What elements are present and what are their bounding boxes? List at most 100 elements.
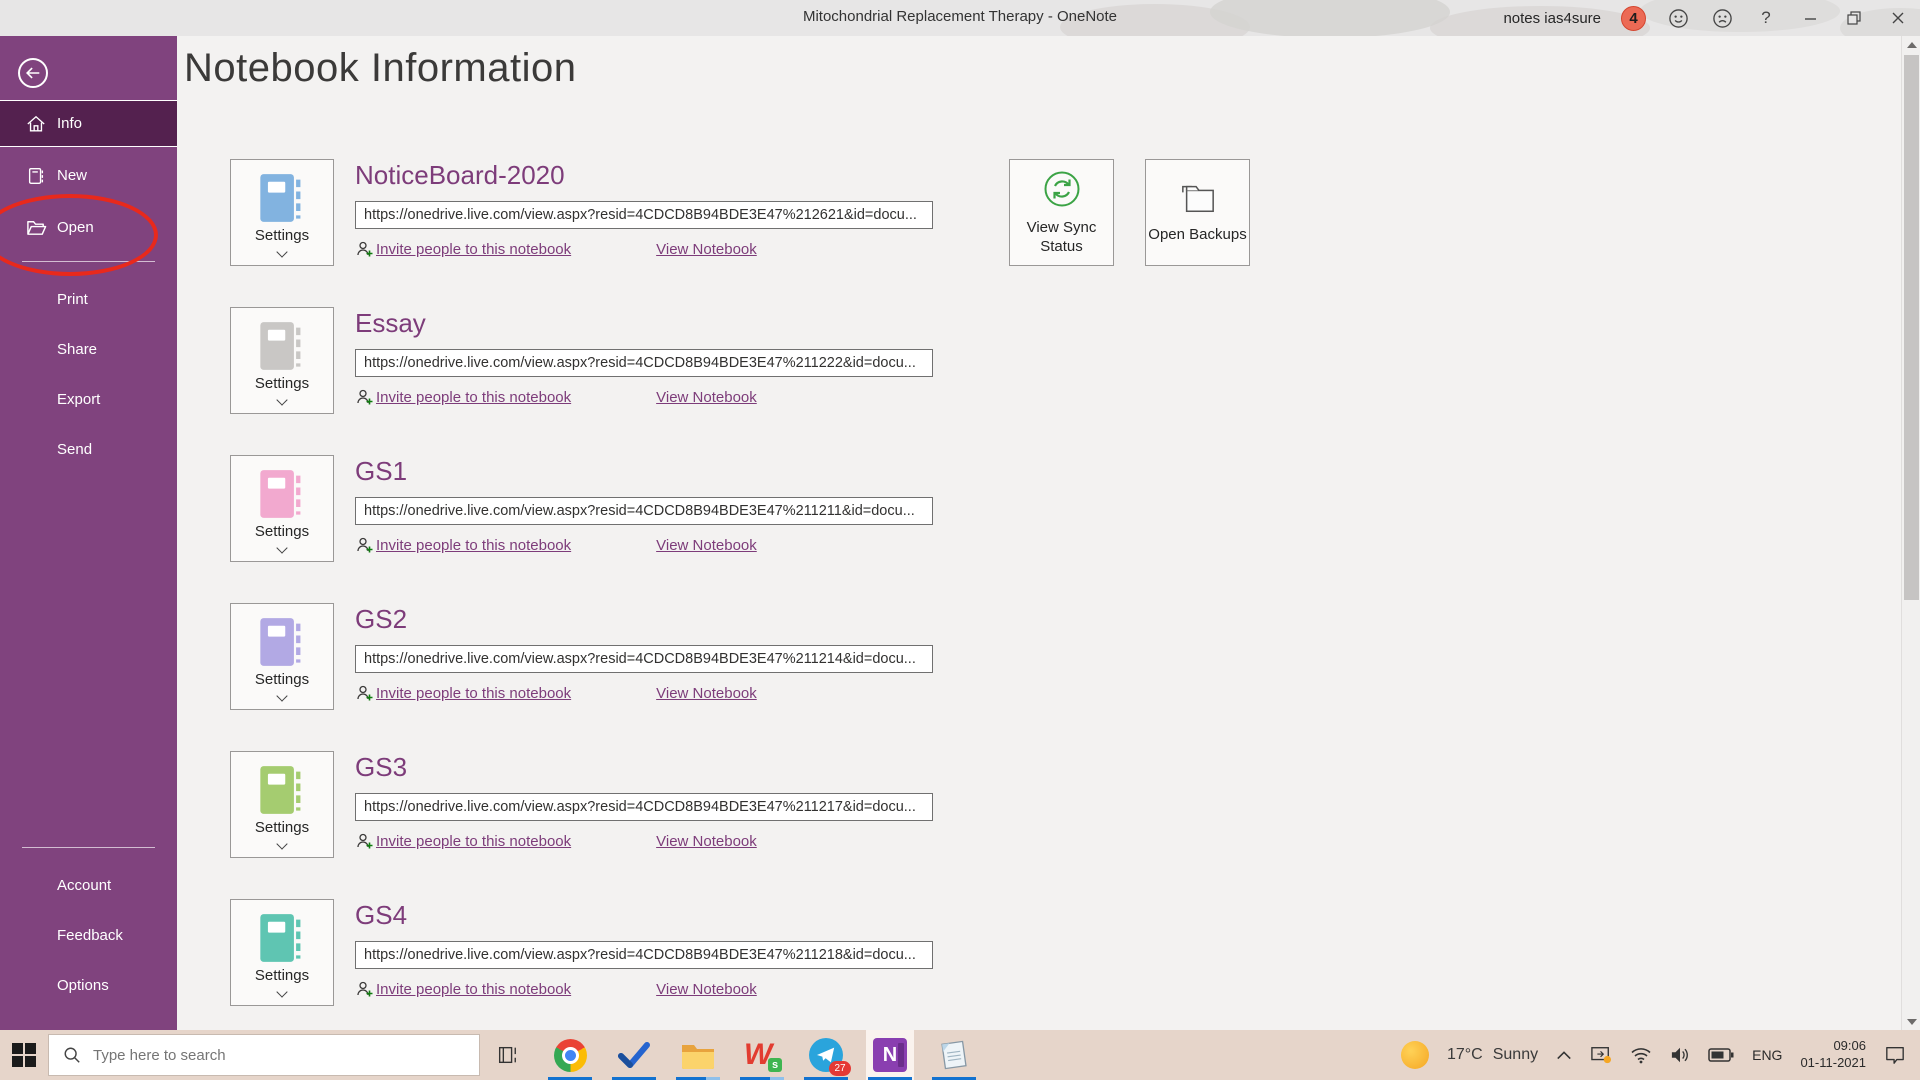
sidebar-divider (22, 847, 155, 848)
taskbar-clock[interactable]: 09:06 01-11-2021 (1800, 1038, 1866, 1072)
taskbar-app-telegram[interactable]: 27 (802, 1030, 850, 1080)
notebook-settings-button[interactable]: Settings (230, 307, 334, 414)
show-hidden-icons-chevron[interactable] (1556, 1048, 1572, 1062)
settings-label: Settings (255, 671, 309, 688)
back-button[interactable] (18, 58, 48, 88)
taskbar-search[interactable] (48, 1034, 480, 1076)
notebook-icon (258, 320, 306, 372)
sidebar-item-new[interactable]: New (0, 152, 177, 199)
notebook-settings-button[interactable]: Settings (230, 159, 334, 266)
chrome-icon (554, 1039, 587, 1072)
notebook-settings-button[interactable]: Settings (230, 455, 334, 562)
settings-label: Settings (255, 375, 309, 392)
weather-temperature: 17°C (1447, 1046, 1483, 1064)
scroll-up-button[interactable] (1902, 36, 1920, 53)
invite-people-link[interactable]: Invite people to this notebook (355, 832, 571, 850)
weather-condition: Sunny (1493, 1046, 1538, 1064)
sidebar-item-send[interactable]: Send (0, 424, 177, 474)
sidebar-item-info[interactable]: Info (0, 100, 177, 147)
notebook-name: NoticeBoard-2020 (355, 159, 933, 191)
minimize-button[interactable] (1798, 4, 1822, 32)
notebook-name: Essay (355, 307, 933, 339)
view-sync-status-label: View Sync Status (1010, 219, 1113, 257)
new-notebook-icon (25, 166, 47, 186)
settings-label: Settings (255, 227, 309, 244)
sidebar-item-feedback[interactable]: Feedback (0, 910, 177, 960)
feedback-frown-icon[interactable] (1710, 4, 1734, 32)
notebook-url-field[interactable] (355, 793, 933, 821)
notebook-url-field[interactable] (355, 349, 933, 377)
search-input[interactable] (93, 1047, 433, 1064)
notebook-information-panel: Notebook Information Settings NoticeBoar… (177, 36, 1901, 1030)
display-connect-icon[interactable] (1590, 1045, 1612, 1065)
invite-people-link[interactable]: Invite people to this notebook (355, 980, 571, 998)
view-notebook-link[interactable]: View Notebook (656, 537, 757, 554)
wifi-icon[interactable] (1630, 1046, 1652, 1064)
view-notebook-link[interactable]: View Notebook (656, 685, 757, 702)
view-sync-status-button[interactable]: View Sync Status (1009, 159, 1114, 266)
start-button[interactable] (0, 1030, 48, 1080)
notebook-url-field[interactable] (355, 497, 933, 525)
notebook-list: Settings NoticeBoard-2020 Invite people … (230, 159, 933, 1047)
action-center-icon[interactable] (1884, 1045, 1906, 1065)
view-notebook-link[interactable]: View Notebook (656, 833, 757, 850)
view-notebook-link[interactable]: View Notebook (656, 389, 757, 406)
notebook-url-field[interactable] (355, 201, 933, 229)
close-button[interactable] (1886, 4, 1910, 32)
taskbar-app-wps[interactable]: W s (738, 1030, 786, 1080)
sidebar-item-open[interactable]: Open (0, 204, 177, 251)
settings-label: Settings (255, 523, 309, 540)
vertical-scrollbar[interactable] (1901, 36, 1920, 1030)
notebook-settings-button[interactable]: Settings (230, 899, 334, 1006)
add-person-icon (355, 832, 373, 850)
taskbar-app-chrome[interactable] (546, 1030, 594, 1080)
notebook-settings-button[interactable]: Settings (230, 751, 334, 858)
volume-icon[interactable] (1670, 1046, 1690, 1064)
chevron-down-icon (276, 690, 287, 701)
battery-icon[interactable] (1708, 1048, 1734, 1062)
sidebar-item-print[interactable]: Print (0, 274, 177, 324)
taskbar-app-onenote[interactable]: N (866, 1030, 914, 1080)
taskbar-app-file-explorer[interactable] (674, 1030, 722, 1080)
time: 09:06 (1800, 1038, 1866, 1055)
sidebar-item-export[interactable]: Export (0, 374, 177, 424)
notebook-url-field[interactable] (355, 941, 933, 969)
invite-people-link[interactable]: Invite people to this notebook (355, 240, 571, 258)
open-backups-label: Open Backups (1148, 226, 1246, 245)
open-backups-button[interactable]: Open Backups (1145, 159, 1250, 266)
home-icon (25, 114, 47, 134)
notebook-icon (258, 172, 306, 224)
sidebar-item-share[interactable]: Share (0, 324, 177, 374)
feedback-smile-icon[interactable] (1666, 4, 1690, 32)
invite-people-link[interactable]: Invite people to this notebook (355, 536, 571, 554)
language-indicator[interactable]: ENG (1752, 1047, 1782, 1063)
taskbar-app-todo[interactable] (610, 1030, 658, 1080)
wps-office-icon: W s (744, 1038, 780, 1072)
date: 01-11-2021 (1800, 1055, 1866, 1072)
sidebar-item-options[interactable]: Options (0, 960, 177, 1010)
settings-label: Settings (255, 967, 309, 984)
notebook-details: Essay Invite people to this notebook Vie… (355, 307, 933, 414)
view-notebook-link[interactable]: View Notebook (656, 981, 757, 998)
taskbar-app-notepad[interactable] (930, 1030, 978, 1080)
view-notebook-link[interactable]: View Notebook (656, 241, 757, 258)
chevron-down-icon (276, 394, 287, 405)
notebook-settings-button[interactable]: Settings (230, 603, 334, 710)
notebook-name: GS3 (355, 751, 933, 783)
weather-widget[interactable]: 17°C Sunny (1447, 1046, 1538, 1064)
scroll-down-button[interactable] (1902, 1013, 1920, 1030)
task-view-button[interactable] (484, 1030, 530, 1080)
scrollbar-thumb[interactable] (1904, 55, 1919, 600)
invite-people-link[interactable]: Invite people to this notebook (355, 684, 571, 702)
account-name[interactable]: notes ias4sure (1503, 10, 1601, 27)
notebook-details: GS3 Invite people to this notebook View … (355, 751, 933, 858)
notebook-row: Settings GS3 Invite people to this noteb… (230, 751, 933, 858)
weather-sun-icon[interactable] (1401, 1041, 1429, 1069)
invite-people-link[interactable]: Invite people to this notebook (355, 388, 571, 406)
notification-badge[interactable]: 4 (1621, 6, 1646, 31)
restore-button[interactable] (1842, 4, 1866, 32)
help-button[interactable]: ? (1754, 4, 1778, 32)
notebook-url-field[interactable] (355, 645, 933, 673)
sidebar-item-account[interactable]: Account (0, 860, 177, 910)
notebook-icon (258, 616, 306, 668)
